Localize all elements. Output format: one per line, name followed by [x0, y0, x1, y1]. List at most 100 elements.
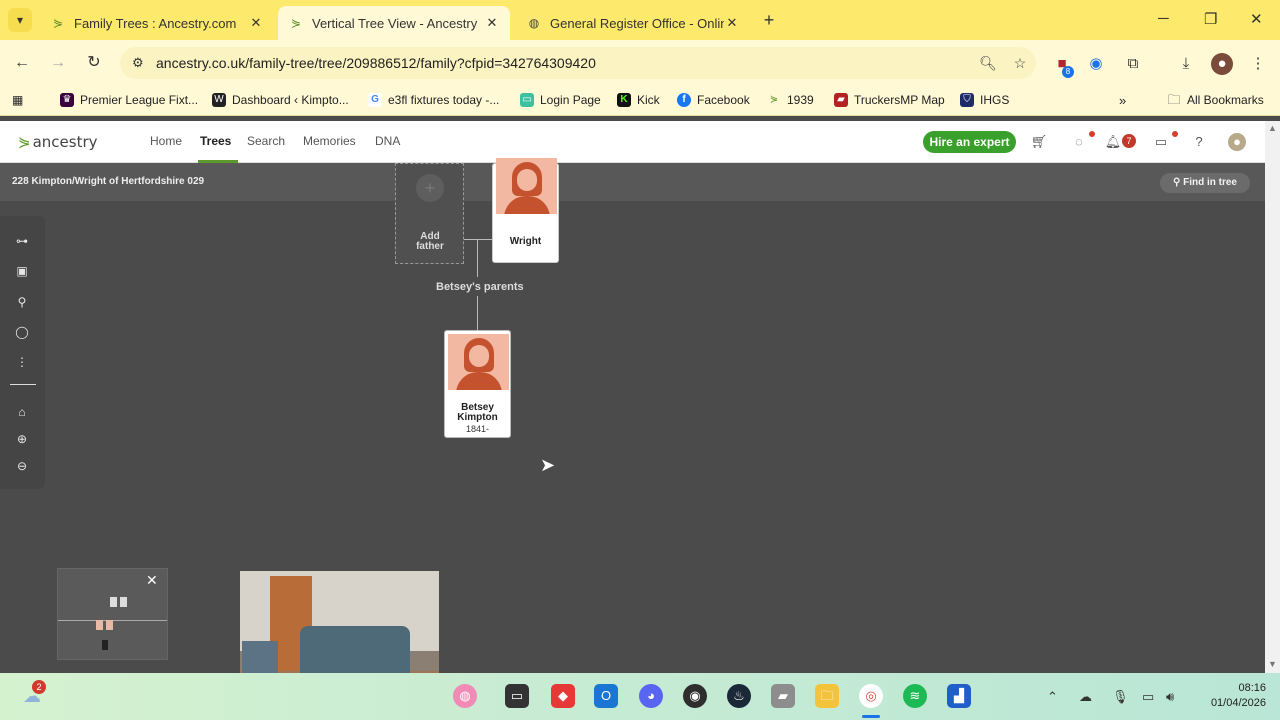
- back-button[interactable]: ←: [11, 52, 33, 74]
- more-bookmarks-chevron-icon[interactable]: »: [1119, 93, 1126, 108]
- logo-text: ancestry: [32, 133, 98, 151]
- bookmark-star-icon[interactable]: ☆: [1004, 55, 1036, 72]
- onedrive-icon[interactable]: ☁: [1079, 689, 1092, 705]
- network-icon[interactable]: ▭: [1142, 689, 1154, 705]
- zoom-in-icon[interactable]: ⊕: [14, 431, 30, 447]
- focus-person-card[interactable]: Betsey Kimpton 1841-: [444, 330, 511, 438]
- restore-icon[interactable]: ❐: [1204, 10, 1217, 28]
- mother-name: Wright: [509, 236, 542, 247]
- bookmark-e3fl-fixtures[interactable]: G e3fl fixtures today -...: [368, 93, 499, 107]
- tree-name[interactable]: 228 Kimpton/Wright of Hertfordshire 029: [12, 176, 204, 187]
- remote-desktop-icon[interactable]: ▟: [947, 684, 971, 708]
- person-search-icon[interactable]: ⚲: [14, 294, 30, 310]
- system-clock[interactable]: 08:16 01/04/2026: [1200, 681, 1266, 711]
- folder-icon: 🗀: [1167, 92, 1181, 107]
- anydesk-icon[interactable]: ◆: [551, 684, 575, 708]
- tray-chevron-up-icon[interactable]: ⌃: [1047, 689, 1058, 705]
- ancestry-logo[interactable]: ⋟ ancestry: [18, 133, 98, 151]
- bookmark-truckersmp[interactable]: ▰ TruckersMP Map: [834, 93, 945, 107]
- close-icon[interactable]: ✕: [484, 15, 500, 31]
- terminal-icon[interactable]: ▭: [505, 684, 529, 708]
- forward-button[interactable]: →: [47, 52, 69, 74]
- hire-expert-button[interactable]: Hire an expert: [923, 131, 1016, 153]
- bookmark-dashboard[interactable]: W Dashboard ‹ Kimpto...: [212, 93, 349, 107]
- page-scrollbar[interactable]: ▲ ▼: [1265, 121, 1280, 673]
- steam-icon[interactable]: ♨: [727, 684, 751, 708]
- tab-search-chevron-icon[interactable]: ▾: [8, 8, 32, 32]
- spotify-icon[interactable]: ≋: [903, 684, 927, 708]
- bookmark-label: Login Page: [540, 93, 601, 107]
- nav-memories[interactable]: Memories: [303, 134, 356, 148]
- discord-icon[interactable]: ◕: [639, 684, 663, 708]
- minimize-icon[interactable]: ─: [1158, 10, 1169, 27]
- truck-simulator-icon[interactable]: ▰: [771, 684, 795, 708]
- find-in-tree-button[interactable]: ⚲ Find in tree: [1160, 173, 1250, 193]
- close-icon[interactable]: ✕: [248, 15, 264, 31]
- bookmark-label: Dashboard ‹ Kimpto...: [232, 93, 349, 107]
- facebook-icon: f: [677, 93, 691, 107]
- ancestry-leaf-icon: ⋟: [52, 16, 64, 30]
- download-icon[interactable]: ⤓: [1175, 53, 1197, 75]
- zoom-out-icon[interactable]: ⊖: [14, 458, 30, 474]
- chrome-icon[interactable]: ◎: [859, 684, 883, 708]
- nav-trees[interactable]: Trees: [200, 134, 231, 148]
- nav-search[interactable]: Search: [247, 134, 285, 148]
- game-app-icon[interactable]: ◍: [453, 684, 477, 708]
- more-menu-icon[interactable]: ⋮: [1247, 53, 1269, 75]
- add-father-label: Add father: [416, 231, 444, 252]
- site-info-icon[interactable]: ⚙: [132, 55, 156, 71]
- tab-general-register-office[interactable]: ◍ General Register Office - Online ✕: [516, 6, 750, 40]
- premier-league-icon: ♛: [60, 93, 74, 107]
- tab-family-trees[interactable]: ⋟ Family Trees : Ancestry.com ✕: [40, 6, 274, 40]
- hints-icon[interactable]: ◌: [1070, 133, 1088, 151]
- help-icon[interactable]: ?: [1190, 133, 1208, 151]
- bookmark-premier-league[interactable]: ♛ Premier League Fixt...: [60, 93, 198, 107]
- scroll-down-icon[interactable]: ▼: [1268, 659, 1277, 669]
- gallery-icon[interactable]: ▣: [14, 263, 30, 279]
- mother-card[interactable]: Wright: [492, 158, 559, 263]
- notification-count-badge: 7: [1122, 134, 1136, 148]
- comment-icon[interactable]: ◯: [14, 324, 30, 340]
- tree-minimap[interactable]: ✕: [57, 568, 168, 660]
- bell-icon[interactable]: 🔔︎: [1104, 133, 1122, 151]
- bookmark-label: e3fl fixtures today -...: [388, 93, 500, 107]
- bookmark-ihgs[interactable]: ⛉ IHGS: [960, 93, 1009, 107]
- more-vertical-icon[interactable]: ⋮: [14, 354, 30, 370]
- tree-view-icon[interactable]: ⊶: [14, 233, 30, 249]
- close-minimap-icon[interactable]: ✕: [146, 572, 158, 589]
- outlook-icon[interactable]: O: [594, 684, 618, 708]
- nav-home[interactable]: Home: [150, 134, 182, 148]
- circle-extension-icon[interactable]: ◉: [1085, 53, 1107, 75]
- user-avatar[interactable]: ●: [1228, 133, 1246, 151]
- apps-grid-icon[interactable]: ▦: [12, 93, 23, 107]
- scroll-up-icon[interactable]: ▲: [1268, 123, 1277, 133]
- profile-avatar[interactable]: ●: [1211, 53, 1233, 75]
- reload-button[interactable]: ↻: [83, 52, 105, 74]
- login-icon: ▭: [520, 93, 534, 107]
- add-father-card[interactable]: + Add father: [395, 163, 464, 264]
- address-bar[interactable]: ⚙ ancestry.co.uk/family-tree/tree/209886…: [120, 47, 1036, 79]
- tab-vertical-tree-view[interactable]: ⋟ Vertical Tree View - Ancestry ✕: [278, 6, 510, 40]
- nav-dna[interactable]: DNA: [375, 134, 400, 148]
- bookmark-kick[interactable]: K Kick: [617, 93, 660, 107]
- bookmark-login-page[interactable]: ▭ Login Page: [520, 93, 601, 107]
- home-icon[interactable]: ⌂: [14, 404, 30, 420]
- bookmark-label: Facebook: [697, 93, 750, 107]
- volume-icon[interactable]: 🔊︎: [1166, 689, 1174, 705]
- window-close-icon[interactable]: ✕: [1250, 10, 1263, 28]
- file-explorer-icon[interactable]: 🗀: [815, 684, 839, 708]
- zoom-icon[interactable]: 🔍︎: [972, 55, 1004, 72]
- microphone-icon[interactable]: 🎙︎: [1112, 689, 1129, 705]
- new-tab-button[interactable]: +: [758, 9, 780, 31]
- bookmark-facebook[interactable]: f Facebook: [677, 93, 750, 107]
- all-bookmarks-button[interactable]: 🗀 All Bookmarks: [1167, 92, 1263, 108]
- bookmark-label: TruckersMP Map: [854, 93, 945, 107]
- puzzle-icon[interactable]: ⧉: [1122, 53, 1144, 75]
- windows-taskbar: ☁ 2 ◍ ▭ ◆ O ◕ ◉ ♨ ▰ 🗀 ◎ ≋ ▟ ⌃ ☁ 🎙︎ ▭ 🔊︎ …: [0, 673, 1280, 720]
- obs-icon[interactable]: ◉: [683, 684, 707, 708]
- message-icon[interactable]: ▭: [1152, 133, 1170, 151]
- close-icon[interactable]: ✕: [724, 15, 740, 31]
- url-text[interactable]: ancestry.co.uk/family-tree/tree/20988651…: [156, 55, 972, 71]
- bookmark-1939[interactable]: ⋟ 1939: [767, 93, 814, 107]
- cart-icon[interactable]: 🛒︎: [1030, 133, 1048, 151]
